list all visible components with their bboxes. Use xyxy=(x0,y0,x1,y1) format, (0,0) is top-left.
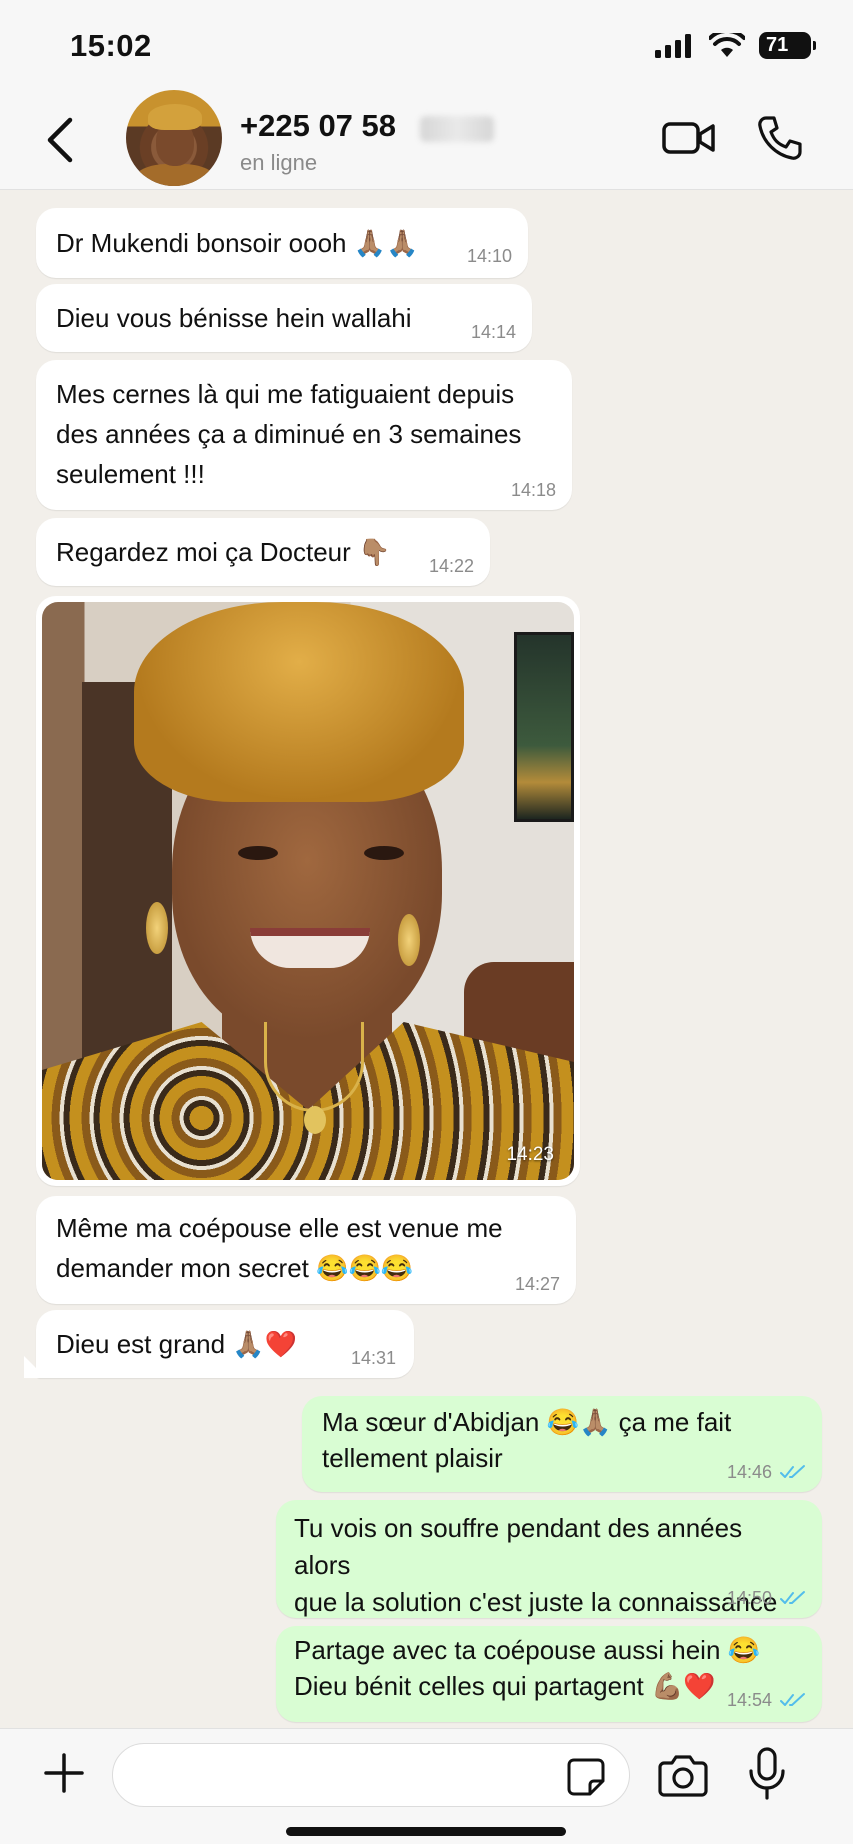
contact-name[interactable]: +225 07 58 xyxy=(240,108,396,144)
wifi-icon xyxy=(709,32,745,57)
status-bar: 15:02 71 xyxy=(0,0,853,90)
composer-bar xyxy=(0,1728,853,1844)
message-text: Dieu est grand 🙏🏽❤️ xyxy=(56,1329,298,1359)
redacted-number xyxy=(420,116,494,142)
image-message[interactable]: 14:23 xyxy=(36,596,580,1186)
phone-call-icon[interactable] xyxy=(756,114,804,162)
message-text-line: demander mon secret 😂😂😂 xyxy=(56,1253,414,1283)
message-input[interactable] xyxy=(112,1743,630,1807)
message-time: 14:46 xyxy=(726,1462,772,1482)
message-bubble-in[interactable]: Dieu est grand 🙏🏽❤️ 14:31 xyxy=(36,1310,414,1378)
camera-icon[interactable] xyxy=(658,1753,708,1797)
shared-photo[interactable]: 14:23 xyxy=(42,602,574,1180)
read-ticks-icon xyxy=(780,1591,805,1604)
message-bubble-in[interactable]: Dr Mukendi bonsoir oooh 🙏🏽🙏🏽 14:10 xyxy=(36,208,528,278)
chat-header: +225 07 58 en ligne xyxy=(0,90,853,190)
message-time: 14:10 xyxy=(466,246,512,266)
message-time: 14:23 xyxy=(506,1144,554,1165)
message-time: 14:31 xyxy=(350,1348,396,1368)
message-text: Dr Mukendi bonsoir oooh 🙏🏽🙏🏽 xyxy=(56,228,419,258)
message-text: Dieu vous bénisse hein wallahi xyxy=(56,303,412,333)
message-bubble-in[interactable]: Regardez moi ça Docteur 👇🏽 14:22 xyxy=(36,518,490,586)
plus-icon[interactable] xyxy=(42,1751,86,1795)
message-text-line: Même ma coépouse elle est venue me xyxy=(56,1213,503,1243)
video-call-icon[interactable] xyxy=(662,118,716,158)
message-bubble-in[interactable]: Mes cernes là qui me fatiguaient depuis … xyxy=(36,360,572,510)
message-bubble-in[interactable]: Dieu vous bénisse hein wallahi 14:14 xyxy=(36,284,532,352)
message-time: 14:50 xyxy=(726,1588,772,1608)
message-bubble-out[interactable]: Partage avec ta coépouse aussi hein 😂 Di… xyxy=(276,1626,822,1722)
message-text-line: Ma sœur d'Abidjan 😂🙏🏽 ça me fait xyxy=(322,1407,732,1437)
avatar[interactable] xyxy=(126,90,222,186)
message-text-line: des années ça a diminué en 3 semaines xyxy=(56,419,522,449)
message-text: Regardez moi ça Docteur 👇🏽 xyxy=(56,537,391,567)
battery-level: 71 xyxy=(766,34,789,56)
message-text-line: Tu vois on souffre pendant des années al… xyxy=(294,1513,743,1580)
message-text-line: Partage avec ta coépouse aussi hein 😂 xyxy=(294,1635,760,1665)
message-text-line: Mes cernes là qui me fatiguaient depuis xyxy=(56,379,515,409)
home-indicator[interactable] xyxy=(286,1827,566,1836)
message-time: 14:22 xyxy=(428,556,474,576)
status-icons: 71 xyxy=(655,32,816,59)
read-ticks-icon xyxy=(780,1465,805,1478)
read-ticks-icon xyxy=(780,1693,805,1706)
message-time: 14:14 xyxy=(470,322,516,342)
sticker-icon[interactable] xyxy=(566,1757,606,1797)
battery-icon: 71 xyxy=(759,32,816,59)
signal-icon xyxy=(655,33,691,58)
message-bubble-in[interactable]: Même ma coépouse elle est venue me deman… xyxy=(36,1196,576,1304)
message-text-line: seulement !!! xyxy=(56,459,205,489)
back-chevron-icon[interactable] xyxy=(40,114,80,166)
microphone-icon[interactable] xyxy=(748,1747,786,1801)
message-time: 14:54 xyxy=(726,1690,772,1710)
message-bubble-out[interactable]: Ma sœur d'Abidjan 😂🙏🏽 ça me fait telleme… xyxy=(302,1396,822,1492)
message-time: 14:27 xyxy=(514,1274,560,1294)
message-time: 14:18 xyxy=(510,480,556,500)
contact-status: en ligne xyxy=(240,150,318,175)
status-time: 15:02 xyxy=(70,28,152,63)
message-bubble-out[interactable]: Tu vois on souffre pendant des années al… xyxy=(276,1500,822,1618)
